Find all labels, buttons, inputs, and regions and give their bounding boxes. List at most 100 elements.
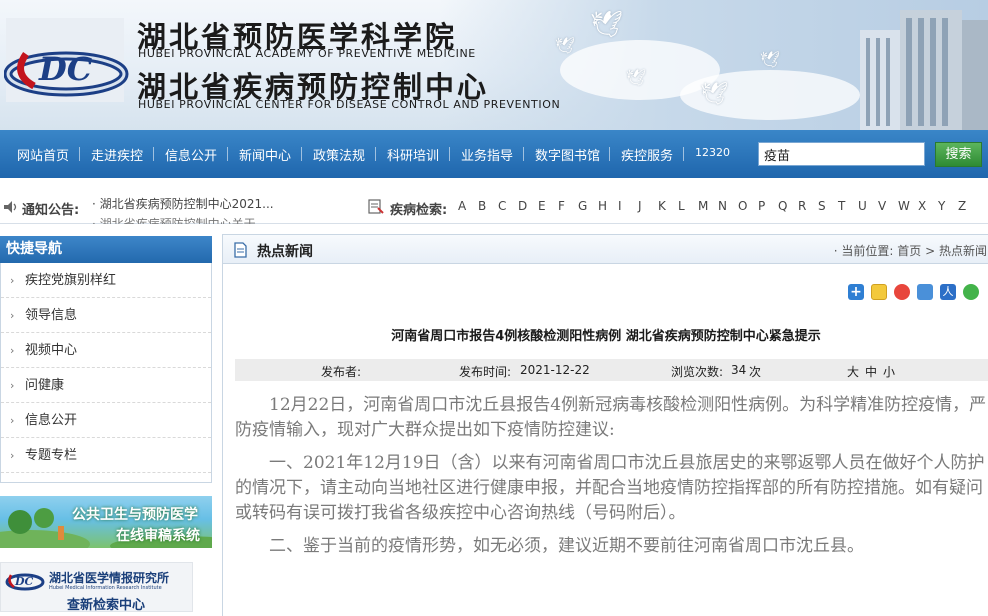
dove-icon: 🕊 [626,68,647,87]
institute-logo: DC [5,573,45,591]
letter-link-n[interactable]: N [718,199,738,213]
letter-link-r[interactable]: R [798,199,818,213]
letter-link-v[interactable]: V [878,199,898,213]
quick-nav-label: 视频中心 [25,343,78,358]
nav-policy[interactable]: 政策法规 [313,145,365,164]
qzone-share-icon[interactable] [871,284,887,300]
chevron-right-icon: › [10,449,15,462]
letter-link-a[interactable]: A [458,199,478,213]
document-icon [234,242,247,258]
nav-hotline[interactable]: 12320 [695,146,730,159]
nav-divider [153,147,154,161]
nav-divider [227,147,228,161]
chevron-right-icon: › [10,344,15,357]
nav-news[interactable]: 新闻中心 [239,145,291,164]
letter-link-l[interactable]: L [678,199,698,213]
breadcrumb-separator: > [925,244,936,258]
dove-icon: 🕊 [700,82,728,107]
views-value: 34 [731,363,747,377]
quick-nav-label: 专题专栏 [25,448,78,463]
letter-link-h[interactable]: H [598,199,618,213]
quick-nav-item-video[interactable]: › 视频中心 [1,333,211,368]
nav-research[interactable]: 科研培训 [387,145,439,164]
letter-link-i[interactable]: I [618,199,638,213]
share-bar: + 人 [848,284,986,303]
letter-link-c[interactable]: C [498,199,518,213]
nav-digital-library[interactable]: 数字图书馆 [535,145,600,164]
quick-nav-label: 信息公开 [25,413,78,428]
quick-nav-item-party[interactable]: › 疾控党旗别样红 [1,263,211,298]
quick-nav-item-info[interactable]: › 信息公开 [1,403,211,438]
quick-nav-list: › 疾控党旗别样红 › 领导信息 › 视频中心 › 问健康 › 信息公开 › 专题专栏 [0,263,212,483]
letter-link-q[interactable]: Q [778,199,798,213]
nav-about[interactable]: 走进疾控 [91,145,143,164]
breadcrumb-home[interactable]: 首页 [897,244,921,258]
section-header: 热点新闻 · 当前位置: 首页 > 热点新闻 [223,234,988,264]
org-name-academy-en: HUBEI PROVINCIAL ACADEMY OF PREVENTIVE M… [138,47,476,60]
quick-nav-item-topics[interactable]: › 专题专栏 [1,438,211,473]
nav-divider [449,147,450,161]
novelty-search-banner[interactable]: DC 湖北省医学情报研究所 Hubei Medical Information … [0,562,193,613]
font-size-large[interactable]: 大 [847,365,859,379]
quick-nav-item-leaders[interactable]: › 领导信息 [1,298,211,333]
letter-link-w[interactable]: W [898,199,918,213]
book-search-icon [368,199,384,214]
article-title: 河南省周口市报告4例核酸检测阳性病例 湖北省疾病预防控制中心紧急提示 [391,329,821,344]
publisher-label: 发布者: [321,365,362,379]
nav-info-disclosure[interactable]: 信息公开 [165,145,217,164]
breadcrumb-current[interactable]: 热点新闻 [939,244,987,258]
breadcrumb: · 当前位置: 首页 > 热点新闻 [834,242,987,259]
review-system-line1: 公共卫生与预防医学 [72,507,198,523]
nav-divider [301,147,302,161]
nav-divider [683,147,684,161]
letter-link-z[interactable]: Z [958,199,978,213]
article-paragraph: 二、鉴于当前的疫情形势，如无必须，建议近期不要前往河南省周口市沈丘县。 [269,536,864,556]
renren-share-icon[interactable]: 人 [940,284,956,300]
letter-link-t[interactable]: T [838,199,858,213]
letter-link-y[interactable]: Y [938,199,958,213]
review-system-banner[interactable]: 公共卫生与预防医学 在线审稿系统 [0,496,212,548]
notice-item[interactable]: · 湖北省疾病预防控制中心2021... [92,195,274,212]
building-image [860,10,988,130]
dove-icon: 🕊 [590,10,624,40]
nav-divider [609,147,610,161]
letter-link-f[interactable]: F [558,199,578,213]
cdc-logo: DC [4,18,129,102]
weibo-share-icon[interactable] [894,284,910,300]
letter-link-d[interactable]: D [518,199,538,213]
font-size-small[interactable]: 小 [883,365,895,379]
site-search-input[interactable] [758,142,925,166]
nav-services[interactable]: 疾控服务 [621,145,673,164]
quick-nav-item-ask-health[interactable]: › 问健康 [1,368,211,403]
share-more-icon[interactable]: + [848,284,864,300]
letter-link-k[interactable]: K [658,199,678,213]
font-size-medium[interactable]: 中 [865,365,877,379]
quick-nav-label: 疾控党旗别样红 [25,273,117,288]
letter-link-m[interactable]: M [698,199,718,213]
nav-guidance[interactable]: 业务指导 [461,145,513,164]
main-content: 热点新闻 · 当前位置: 首页 > 热点新闻 + 人 河南省周口市报告4例核酸检测… [222,234,988,616]
nav-home[interactable]: 网站首页 [17,145,69,164]
dove-icon: 🕊 [555,36,576,55]
novelty-search-label: 查新检索中心 [67,598,146,613]
wechat-share-icon[interactable] [963,284,979,300]
article-meta: 发布者: 发布时间: 2021-12-22 浏览次数: 34 次 大中小 [235,359,988,381]
letter-link-b[interactable]: B [478,199,498,213]
letter-link-e[interactable]: E [538,199,558,213]
letter-link-x[interactable]: X [918,199,938,213]
letter-link-p[interactable]: P [758,199,778,213]
letter-link-o[interactable]: O [738,199,758,213]
views-label: 浏览次数: [671,365,724,379]
institute-name-en: Hubei Medical Information Research Insti… [49,585,162,591]
notice-item[interactable]: · 湖北省疾病预防控制中心关于... [92,215,267,224]
quick-nav-title: 快捷导航 [0,236,212,263]
search-button[interactable]: 搜索 [935,142,982,167]
review-system-line2: 在线审稿系统 [116,528,200,544]
letter-link-u[interactable]: U [858,199,878,213]
letter-link-g[interactable]: G [578,199,598,213]
letter-index: ABCDEFGHIJKLMNOPQRSTUVWXYZ [458,199,978,213]
tencent-weibo-share-icon[interactable] [917,284,933,300]
letter-link-j[interactable]: J [638,199,658,213]
dove-icon: 🕊 [760,50,781,69]
letter-link-s[interactable]: S [818,199,838,213]
